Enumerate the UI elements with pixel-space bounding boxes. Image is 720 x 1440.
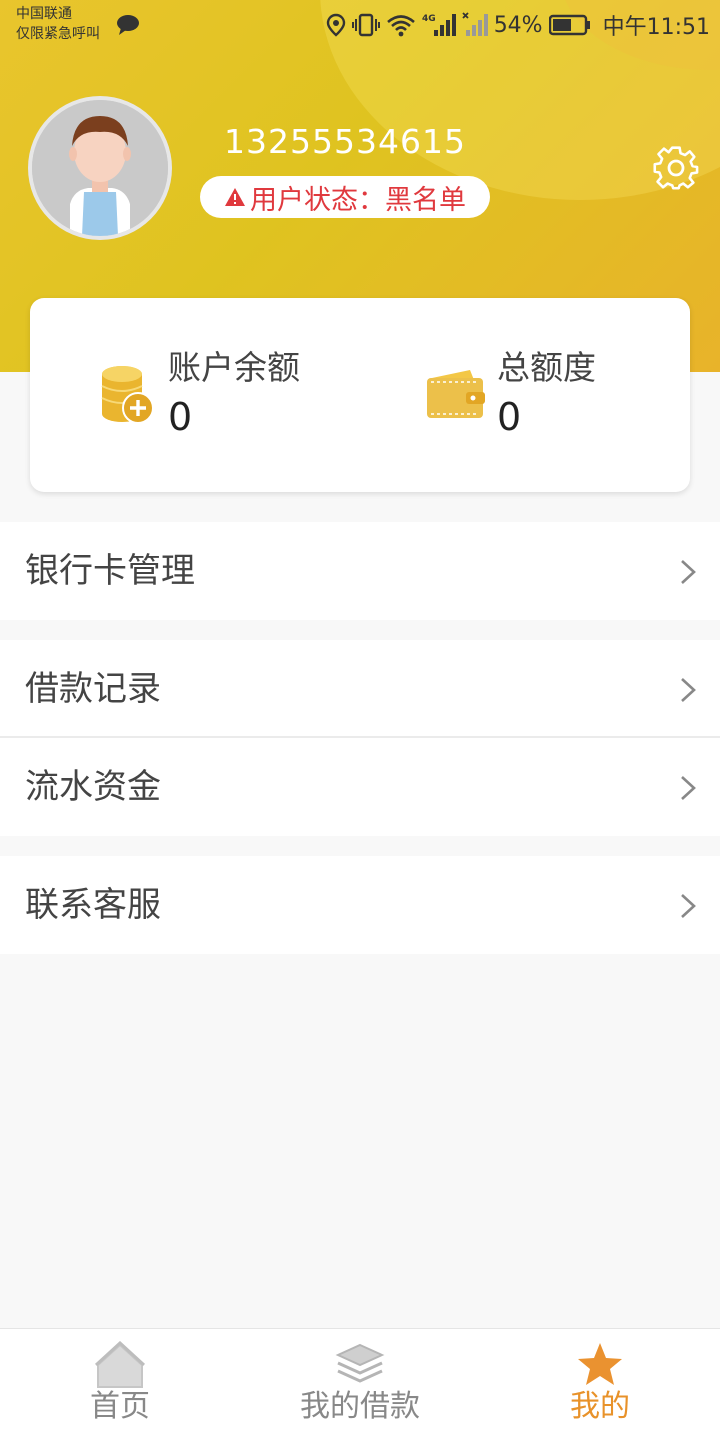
location-icon bbox=[326, 13, 345, 37]
clock: 中午11:51 bbox=[602, 15, 710, 40]
chevron-right-icon bbox=[681, 776, 696, 800]
signal-4g-icon: 4G bbox=[422, 14, 456, 36]
coins-icon bbox=[101, 366, 154, 424]
menu-loan-records[interactable]: 借款记录 bbox=[0, 640, 720, 738]
wallet-icon bbox=[427, 370, 485, 418]
tab-home[interactable]: 首页 bbox=[0, 1329, 240, 1440]
user-phone-number: 13255534615 bbox=[224, 122, 466, 161]
battery-icon bbox=[548, 14, 590, 36]
message-icon bbox=[117, 15, 139, 35]
menu-customer-service[interactable]: 联系客服 bbox=[0, 856, 720, 954]
balance-label: 账户余额 bbox=[168, 348, 300, 387]
carrier-info: 中国联通 仅限紧急呼叫 bbox=[16, 4, 100, 44]
tab-home-label: 首页 bbox=[90, 1389, 150, 1424]
avatar[interactable] bbox=[28, 96, 172, 240]
balance-value: 0 bbox=[168, 395, 193, 439]
vibrate-icon bbox=[351, 13, 380, 37]
menu-bank-card-management[interactable]: 银行卡管理 bbox=[0, 522, 720, 620]
tab-mine[interactable]: 我的 bbox=[480, 1329, 720, 1440]
user-status-text: 用户状态：黑名单 bbox=[250, 184, 466, 216]
avatar-illustration bbox=[32, 100, 168, 236]
signal-off-icon bbox=[462, 12, 488, 36]
total-limit-value: 0 bbox=[497, 395, 522, 439]
total-limit-label: 总额度 bbox=[497, 348, 596, 387]
menu-cash-flow[interactable]: 流水资金 bbox=[0, 738, 720, 836]
tab-my-loans[interactable]: 我的借款 bbox=[240, 1329, 480, 1440]
balance-stat[interactable]: 账户余额 0 bbox=[168, 348, 300, 442]
bottom-tab-bar: 首页 我的借款 我的 bbox=[0, 1328, 720, 1440]
warning-icon bbox=[225, 188, 245, 206]
account-summary-card: 账户余额 0 总额度 0 bbox=[30, 298, 690, 492]
total-limit-stat[interactable]: 总额度 0 bbox=[497, 348, 596, 442]
status-indicators: 4G 54% 中午11:51 bbox=[326, 8, 710, 42]
tab-mine-label: 我的 bbox=[570, 1389, 630, 1424]
chevron-right-icon bbox=[681, 678, 696, 702]
settings-gear-icon[interactable] bbox=[652, 144, 700, 192]
menu-label: 流水资金 bbox=[25, 767, 161, 807]
chevron-right-icon bbox=[681, 560, 696, 584]
wifi-icon bbox=[386, 15, 415, 37]
menu-label: 银行卡管理 bbox=[25, 551, 195, 591]
carrier-name: 中国联通 bbox=[16, 6, 72, 22]
carrier-emergency: 仅限紧急呼叫 bbox=[16, 26, 100, 42]
chevron-right-icon bbox=[681, 894, 696, 918]
menu-label: 联系客服 bbox=[25, 885, 161, 925]
user-status-badge: 用户状态：黑名单 bbox=[200, 176, 490, 218]
tab-my-loans-label: 我的借款 bbox=[300, 1389, 420, 1424]
menu-label: 借款记录 bbox=[25, 669, 161, 709]
battery-percentage: 54% bbox=[493, 12, 543, 38]
status-bar: 中国联通 仅限紧急呼叫 4G 54% 中午11:51 bbox=[0, 0, 720, 50]
network-type-text: 4G bbox=[422, 14, 436, 24]
